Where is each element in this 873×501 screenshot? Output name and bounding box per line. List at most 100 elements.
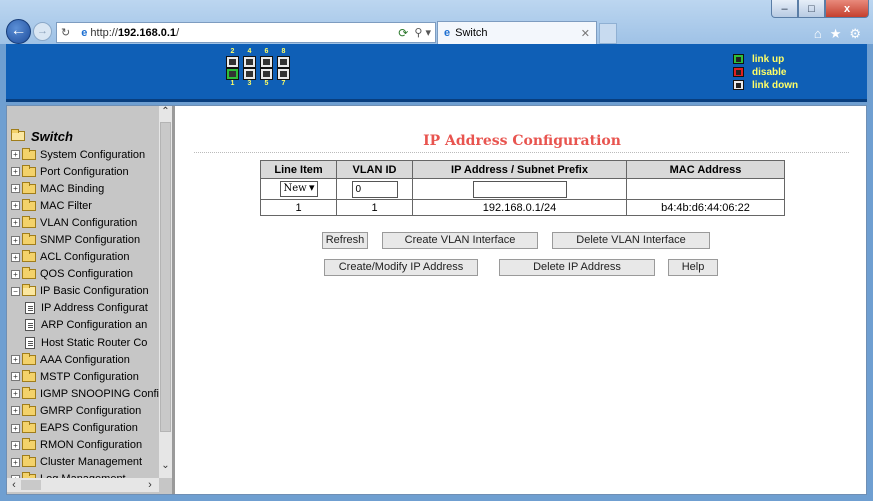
- favorites-star-icon[interactable]: ★: [830, 26, 842, 42]
- create-modify-ip-button[interactable]: Create/Modify IP Address: [324, 259, 478, 276]
- tab-close-icon[interactable]: ✕: [581, 27, 590, 40]
- sidebar-item[interactable]: + RMON Configuration: [11, 437, 161, 454]
- sidebar-horizontal-scrollbar[interactable]: ‹ ›: [7, 478, 159, 492]
- sidebar-item[interactable]: + AAA Configuration: [11, 351, 161, 368]
- header-vlan-id: VLAN ID: [336, 160, 413, 179]
- minimize-button[interactable]: –: [771, 0, 798, 18]
- expand-icon[interactable]: +: [11, 269, 20, 279]
- sidebar-vertical-scrollbar[interactable]: ⌃ ⌄: [159, 106, 172, 478]
- port-icon[interactable]: [226, 56, 239, 68]
- sidebar-item-label: MSTP Configuration: [40, 370, 139, 383]
- expand-icon[interactable]: +: [11, 355, 20, 365]
- port-number-label: 1: [230, 80, 235, 87]
- expand-icon[interactable]: +: [11, 167, 20, 177]
- expand-icon[interactable]: +: [11, 252, 20, 262]
- ie-logo-icon: e: [81, 26, 88, 39]
- close-button[interactable]: x: [825, 0, 869, 18]
- legend-row: link down: [733, 79, 798, 91]
- sidebar-item[interactable]: + Port Configuration: [11, 163, 161, 180]
- folder-icon: [22, 198, 36, 211]
- scroll-right-arrow-icon[interactable]: ›: [143, 478, 157, 492]
- table-header-row: Line Item VLAN ID IP Address / Subnet Pr…: [260, 160, 785, 179]
- expand-icon[interactable]: +: [11, 440, 20, 450]
- sidebar-item[interactable]: + VLAN Configuration: [11, 214, 161, 231]
- delete-vlan-interface-button[interactable]: Delete VLAN Interface: [552, 232, 710, 249]
- sidebar-item-label: QOS Configuration: [40, 268, 133, 281]
- port-icon[interactable]: [260, 68, 273, 80]
- maximize-button[interactable]: □: [798, 0, 825, 18]
- hscroll-thumb[interactable]: [21, 480, 41, 490]
- expand-icon[interactable]: +: [11, 457, 20, 467]
- port-panel: 2 4 6 8 1 3 5 7: [224, 48, 292, 88]
- scroll-up-arrow-icon[interactable]: ⌃: [159, 106, 172, 120]
- sidebar-item-label: AAA Configuration: [40, 353, 130, 366]
- expand-icon[interactable]: +: [11, 201, 20, 211]
- new-tab-button[interactable]: [599, 23, 617, 44]
- port-number-label: 6: [264, 48, 269, 55]
- sidebar-item[interactable]: + ACL Configuration: [11, 249, 161, 266]
- line-item-select[interactable]: New: [279, 181, 318, 197]
- expand-icon[interactable]: +: [11, 235, 20, 245]
- scroll-down-arrow-icon[interactable]: ⌄: [159, 460, 172, 474]
- create-vlan-interface-button[interactable]: Create VLAN Interface: [382, 232, 538, 249]
- sidebar-subitem[interactable]: ARP Configuration an: [11, 317, 161, 334]
- page-icon: [25, 336, 35, 349]
- sidebar-item-label: VLAN Configuration: [40, 216, 138, 229]
- address-bar[interactable]: ↻ e http://192.168.0.1/ ⟳ ⚲ ▾: [56, 22, 436, 43]
- home-icon[interactable]: ⌂: [814, 26, 822, 42]
- sidebar-item[interactable]: + IGMP SNOOPING Confi: [11, 385, 161, 402]
- expand-icon[interactable]: +: [11, 372, 20, 382]
- tree-root[interactable]: Switch: [11, 126, 161, 146]
- port-icon[interactable]: [260, 56, 273, 68]
- sidebar-item[interactable]: + EAPS Configuration: [11, 420, 161, 437]
- toolbar-icons: ⌂ ★ ⚙: [814, 26, 861, 42]
- sidebar-item-label: SNMP Configuration: [40, 234, 141, 247]
- browser-chrome: – □ x ← → ↻ e http://192.168.0.1/ ⟳ ⚲ ▾ …: [0, 0, 873, 44]
- expand-icon[interactable]: +: [11, 406, 20, 416]
- sidebar-item[interactable]: + Cluster Management: [11, 454, 161, 471]
- ip-address-input[interactable]: [472, 180, 567, 198]
- sidebar-item[interactable]: + System Configuration: [11, 146, 161, 163]
- table-row-new: New 0: [260, 178, 785, 200]
- collapse-icon[interactable]: −: [11, 286, 20, 296]
- vlan-id-input[interactable]: 0: [351, 180, 398, 198]
- browser-tab[interactable]: e Switch ✕: [437, 21, 597, 44]
- refresh-button[interactable]: Refresh: [322, 232, 368, 249]
- scroll-left-arrow-icon[interactable]: ‹: [7, 478, 21, 492]
- legend-label: disable: [752, 66, 787, 78]
- sidebar-subitem-label: Host Static Router Co: [41, 336, 148, 349]
- sidebar-item[interactable]: + GMRP Configuration: [11, 402, 161, 419]
- url-prefix: http://: [90, 26, 118, 39]
- sidebar-item[interactable]: + MAC Binding: [11, 180, 161, 197]
- port-icon[interactable]: [226, 68, 239, 80]
- port-icon[interactable]: [243, 56, 256, 68]
- compatibility-icon[interactable]: ⟳: [398, 26, 408, 40]
- sidebar-item[interactable]: + MSTP Configuration: [11, 368, 161, 385]
- help-button[interactable]: Help: [668, 259, 718, 276]
- expand-icon[interactable]: +: [11, 218, 20, 228]
- sidebar-subitem[interactable]: Host Static Router Co: [11, 334, 161, 351]
- delete-ip-address-button[interactable]: Delete IP Address: [499, 259, 655, 276]
- port-icon[interactable]: [277, 68, 290, 80]
- port-icon[interactable]: [243, 68, 256, 80]
- port-icon[interactable]: [277, 56, 290, 68]
- expand-icon[interactable]: +: [11, 150, 20, 160]
- refresh-icon[interactable]: ↻: [61, 26, 70, 39]
- expand-icon[interactable]: +: [11, 184, 20, 194]
- forward-arrow-icon[interactable]: →: [33, 22, 52, 41]
- expand-icon[interactable]: +: [11, 423, 20, 433]
- sidebar-item-label: IP Basic Configuration: [40, 285, 149, 298]
- scroll-thumb[interactable]: [160, 122, 171, 432]
- sidebar-item[interactable]: − IP Basic Configuration: [11, 283, 161, 300]
- port-number-label: 5: [264, 80, 269, 87]
- expand-icon[interactable]: +: [11, 389, 20, 399]
- back-arrow-icon[interactable]: ←: [6, 19, 31, 44]
- sidebar-item[interactable]: + SNMP Configuration: [11, 231, 161, 248]
- sidebar-item[interactable]: + MAC Filter: [11, 197, 161, 214]
- sidebar-item[interactable]: + QOS Configuration: [11, 266, 161, 283]
- sidebar-item-label: MAC Binding: [40, 182, 105, 195]
- table-row[interactable]: 1 1 192.168.0.1/24 b4:4b:d6:44:06:22: [260, 199, 785, 216]
- gear-icon[interactable]: ⚙: [849, 26, 861, 42]
- search-icon[interactable]: ⚲ ▾: [414, 26, 431, 39]
- sidebar-subitem[interactable]: IP Address Configurat: [11, 300, 161, 317]
